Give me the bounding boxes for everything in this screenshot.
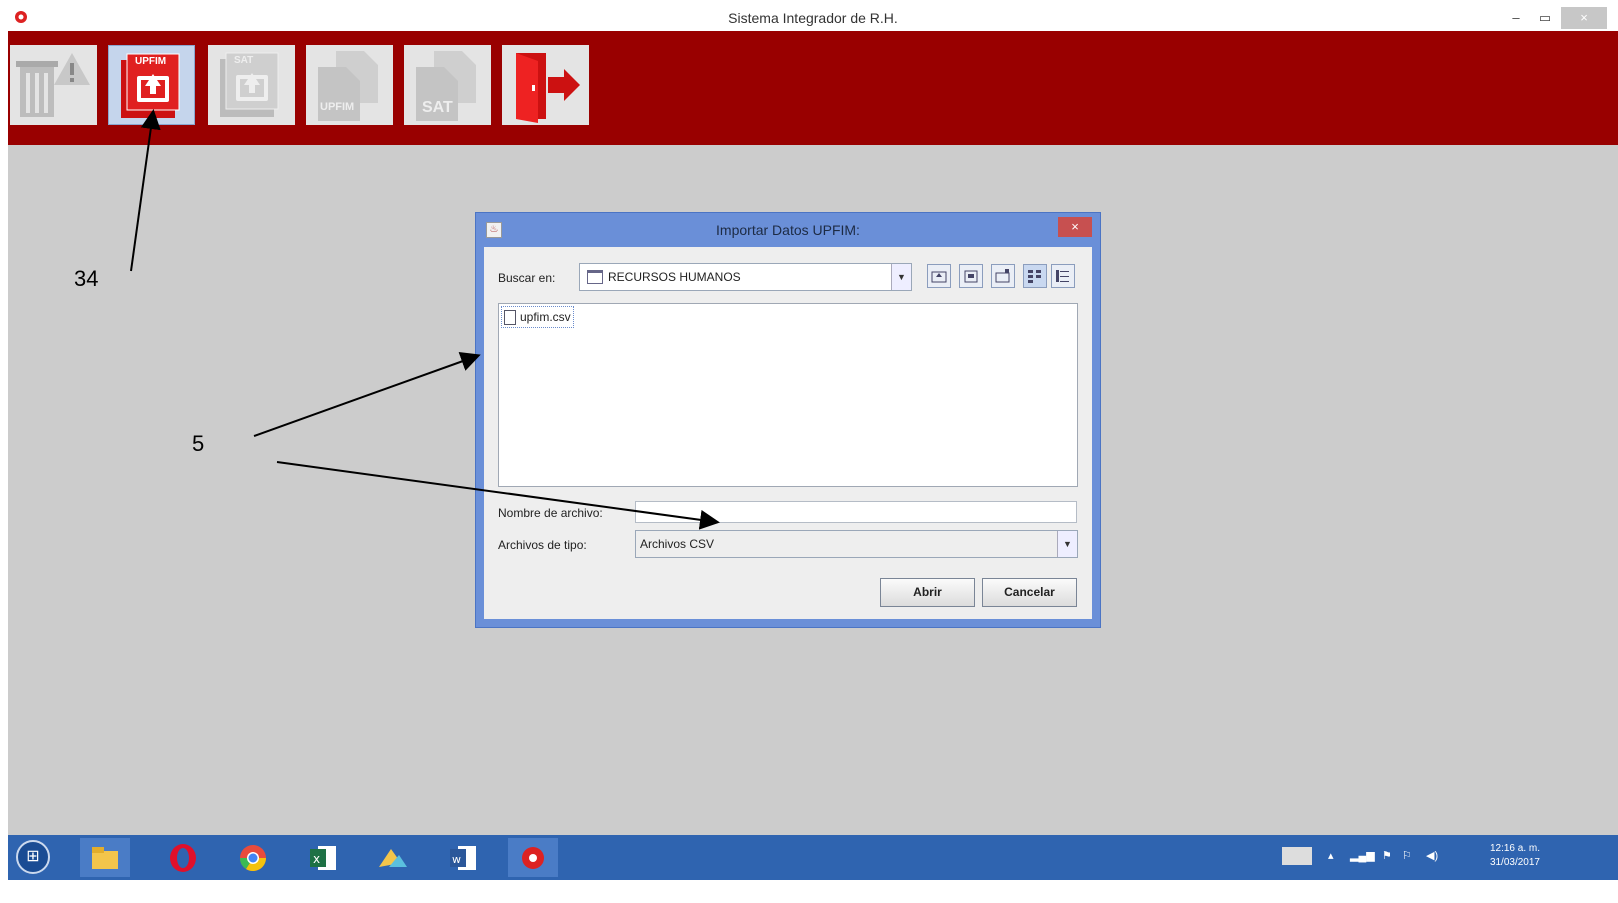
volume-icon[interactable]: ◀): [1426, 849, 1438, 863]
import-upfim-button[interactable]: UPFIM: [108, 45, 195, 125]
dialog-title: Importar Datos UPFIM:: [716, 222, 860, 238]
clock-time: 12:16 a. m.: [1489, 843, 1540, 854]
details-view-button[interactable]: [1051, 264, 1075, 288]
look-in-combo[interactable]: RECURSOS HUMANOS ▼: [579, 263, 912, 291]
exit-button[interactable]: [502, 45, 589, 125]
folder-icon: [587, 270, 603, 284]
list-view-icon: [1028, 270, 1041, 283]
export-sat-caption: SAT: [422, 99, 453, 116]
filename-label: Nombre de archivo:: [498, 506, 603, 520]
dialog-body: Buscar en: RECURSOS HUMANOS ▼ upfim.csv: [484, 247, 1092, 619]
new-folder-icon: [995, 269, 1010, 283]
up-folder-icon: [931, 271, 947, 283]
up-folder-button[interactable]: [927, 264, 951, 288]
import-dialog: ♨ Importar Datos UPFIM: × Buscar en: REC…: [475, 212, 1101, 628]
export-upfim-caption: UPFIM: [320, 101, 355, 113]
chrome-button[interactable]: [228, 838, 278, 877]
opera-button[interactable]: [158, 838, 208, 877]
look-in-label: Buscar en:: [498, 271, 556, 285]
list-view-button[interactable]: [1023, 264, 1047, 288]
clock-date: 31/03/2017: [1489, 857, 1540, 868]
home-button[interactable]: [959, 264, 983, 288]
cancel-button[interactable]: Cancelar: [982, 578, 1077, 607]
app-logo-icon: [522, 846, 544, 869]
system-tray: ▴ ▂▄▆ ⚑ ⚐ ◀): [1276, 835, 1618, 880]
network-icon[interactable]: ⚐: [1402, 849, 1412, 863]
action-center-icon[interactable]: ⚑: [1382, 849, 1392, 863]
chevron-down-icon[interactable]: ▼: [1057, 531, 1077, 557]
maximize-button[interactable]: ▭: [1532, 7, 1558, 29]
opera-icon: [170, 843, 196, 872]
dialog-close-button[interactable]: ×: [1058, 217, 1092, 237]
home-icon: [964, 270, 978, 283]
word-button[interactable]: w: [438, 838, 488, 877]
filetype-value: Archivos CSV: [640, 537, 715, 551]
taskbar: ⊞ x w ▴ ▂▄▆ ⚑ ⚐ ◀) 12:16 a. m. 31/03/201…: [8, 835, 1618, 880]
keyboard-icon[interactable]: [1282, 847, 1312, 865]
svg-text:x: x: [313, 852, 320, 866]
window-title: Sistema Integrador de R.H.: [728, 10, 898, 26]
annotation-label-5: 5: [192, 431, 205, 456]
word-icon: w: [450, 845, 476, 870]
exit-door-icon: [516, 53, 580, 123]
file-item[interactable]: upfim.csv: [501, 306, 574, 328]
excel-button[interactable]: x: [298, 838, 348, 877]
document-icon: [504, 309, 516, 325]
chevron-up-icon[interactable]: ▴: [1328, 849, 1334, 863]
new-folder-button[interactable]: [991, 264, 1015, 288]
dialog-titlebar: ♨ Importar Datos UPFIM: ×: [476, 213, 1100, 247]
folder-icon: [92, 846, 118, 869]
title-bar: Sistema Integrador de R.H. – ▭ ×: [8, 5, 1618, 31]
export-upfim-button[interactable]: UPFIM: [306, 45, 393, 125]
import-sat-caption: SAT: [234, 55, 254, 66]
rh-app-button[interactable]: [508, 838, 558, 877]
close-window-button[interactable]: ×: [1561, 7, 1607, 29]
details-view-icon: [1056, 270, 1069, 282]
filename-input[interactable]: [635, 501, 1077, 523]
open-button[interactable]: Abrir: [880, 578, 975, 607]
minimize-button[interactable]: –: [1503, 7, 1529, 29]
svg-text:w: w: [452, 853, 461, 866]
export-sat-button[interactable]: SAT: [404, 45, 491, 125]
photos-icon: [379, 848, 407, 867]
import-sat-button[interactable]: SAT: [208, 45, 295, 125]
photos-button[interactable]: [368, 838, 418, 877]
import-upfim-caption: UPFIM: [135, 56, 167, 67]
chevron-down-icon[interactable]: ▼: [891, 264, 911, 290]
trash-warning-icon: [16, 53, 90, 117]
file-name: upfim.csv: [520, 310, 571, 324]
filetype-combo[interactable]: Archivos CSV ▼: [635, 530, 1078, 558]
signal-icon[interactable]: ▂▄▆: [1350, 849, 1375, 863]
chrome-icon: [239, 844, 267, 871]
start-button[interactable]: ⊞: [16, 840, 50, 874]
export-upfim-icon: [318, 51, 378, 121]
main-toolbar: UPFIM SAT UPFIM SAT: [8, 31, 1618, 145]
look-in-value: RECURSOS HUMANOS: [608, 270, 741, 284]
filetype-label: Archivos de tipo:: [498, 538, 587, 552]
annotation-label-34: 34: [74, 266, 99, 291]
file-explorer-button[interactable]: [80, 838, 130, 877]
excel-icon: x: [310, 845, 336, 870]
clock[interactable]: 12:16 a. m. 31/03/2017: [1470, 842, 1540, 870]
delete-data-button[interactable]: [10, 45, 97, 125]
file-list[interactable]: upfim.csv: [498, 303, 1078, 487]
